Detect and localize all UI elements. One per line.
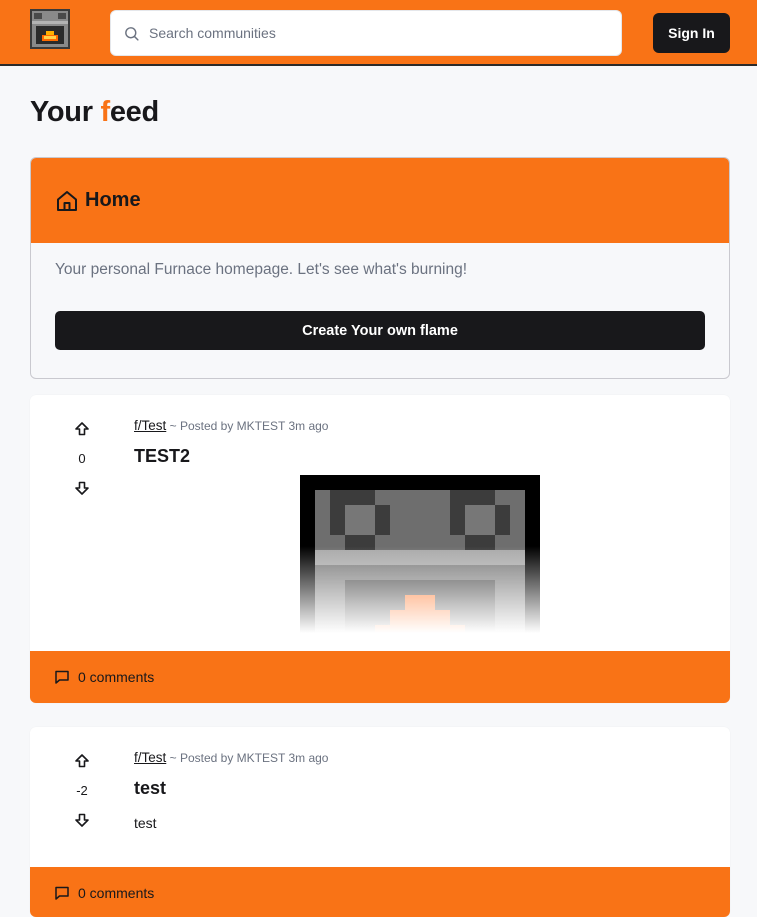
post-title[interactable]: TEST2 (134, 446, 190, 467)
comment-icon (55, 670, 69, 684)
page-title: Your feed (30, 96, 159, 129)
page-title-prefix: Your (30, 96, 101, 128)
downvote-arrow-icon[interactable] (74, 480, 90, 496)
comments-link[interactable]: 0 comments (78, 669, 154, 685)
post-body: test (134, 815, 157, 831)
page-title-suffix: eed (109, 96, 159, 128)
post-byline: ~ Posted by MKTEST 3m ago (169, 419, 329, 433)
home-card-title: Home (85, 189, 141, 211)
vote-count: 0 (78, 451, 86, 466)
top-navbar: Sign In (0, 0, 757, 66)
community-link[interactable]: f/Test (134, 750, 166, 765)
search-icon (125, 26, 139, 41)
post-card[interactable]: -2 f/Test ~ Posted by MKTEST 3m ago test… (30, 727, 730, 917)
post-meta: f/Test ~ Posted by MKTEST 3m ago (134, 750, 328, 765)
post-footer: 0 comments (30, 651, 730, 703)
downvote-arrow-icon[interactable] (74, 812, 90, 828)
community-link[interactable]: f/Test (134, 418, 166, 433)
vote-controls: -2 (66, 753, 98, 828)
upvote-arrow-icon[interactable] (74, 421, 90, 437)
sign-in-button[interactable]: Sign In (653, 13, 730, 53)
comments-link[interactable]: 0 comments (78, 885, 154, 901)
home-card-description: Your personal Furnace homepage. Let's se… (55, 261, 468, 278)
comment-icon (55, 886, 69, 900)
search-bar[interactable] (110, 10, 622, 56)
post-meta: f/Test ~ Posted by MKTEST 3m ago (134, 418, 328, 433)
post-title[interactable]: test (134, 778, 166, 799)
page-title-accent: f (100, 96, 110, 128)
home-icon (57, 190, 77, 211)
post-image[interactable] (300, 475, 540, 633)
post-card[interactable]: 0 f/Test ~ Posted by MKTEST 3m ago TEST2 (30, 395, 730, 703)
vote-count: -2 (76, 783, 88, 798)
search-input[interactable] (149, 25, 589, 41)
home-card-header: Home (31, 158, 729, 243)
post-footer: 0 comments (30, 867, 730, 917)
post-byline: ~ Posted by MKTEST 3m ago (169, 751, 329, 765)
vote-controls: 0 (66, 421, 98, 496)
upvote-arrow-icon[interactable] (74, 753, 90, 769)
create-flame-button[interactable]: Create Your own flame (55, 311, 705, 350)
home-card: Home Your personal Furnace homepage. Let… (30, 157, 730, 379)
furnace-logo-icon[interactable] (30, 9, 70, 49)
